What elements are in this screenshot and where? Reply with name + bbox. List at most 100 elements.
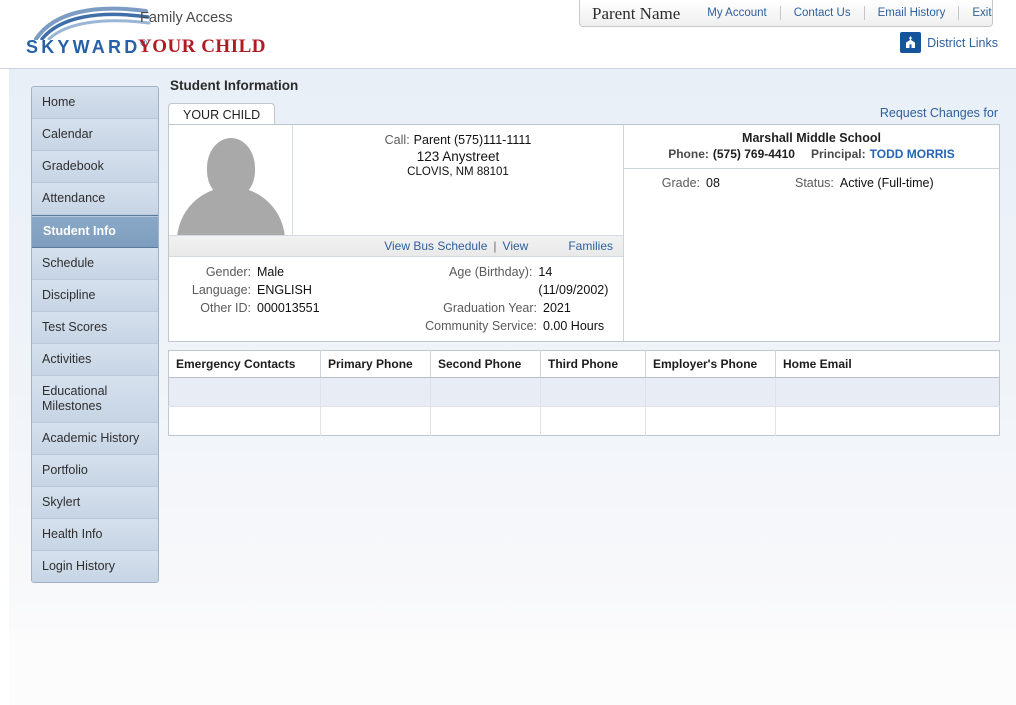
sidebar-item-attendance[interactable]: Attendance bbox=[32, 183, 158, 215]
age-value: 14 (11/09/2002) bbox=[538, 265, 609, 297]
principal-name-link[interactable]: TODD MORRIS bbox=[870, 147, 955, 161]
nav-link-email-history[interactable]: Email History bbox=[865, 6, 960, 20]
community-service-label: Community Service: bbox=[425, 319, 537, 333]
cell-primary-phone bbox=[320, 406, 431, 436]
demographic-row-language: Language: ENGLISH bbox=[169, 281, 393, 299]
view-bus-schedule-link[interactable]: View Bus Schedule bbox=[384, 239, 487, 253]
grade-status-row: Grade: 08 Status: Active (Full-time) bbox=[624, 169, 999, 190]
demographic-row-community-service: Community Service: 0.00 Hours bbox=[393, 317, 623, 335]
cell-third-phone bbox=[540, 377, 646, 407]
sidebar-item-educational-milestones[interactable]: Educational Milestones bbox=[32, 376, 158, 423]
community-service-value: 0.00 Hours bbox=[543, 319, 605, 333]
silhouette-body-icon bbox=[177, 187, 285, 235]
demographic-row-graduation-year: Graduation Year: 2021 bbox=[393, 299, 623, 317]
sidebar-item-skylert[interactable]: Skylert bbox=[32, 487, 158, 519]
nav-link-my-account[interactable]: My Account bbox=[694, 6, 781, 20]
cell-home-email bbox=[775, 377, 1000, 407]
top-nav-links: My Account Contact Us Email History Exit bbox=[694, 6, 1004, 20]
tab-bar: YOUR CHILD bbox=[168, 103, 1000, 125]
gender-label: Gender: bbox=[205, 265, 251, 279]
demographic-row-other-id: Other ID: 000013551 bbox=[169, 299, 393, 317]
cell-emergency-contacts bbox=[168, 406, 321, 436]
content-background-lower bbox=[9, 639, 1016, 705]
logo-text: SKYWARD bbox=[26, 37, 141, 57]
call-value: Parent (575)111-1111 bbox=[413, 133, 532, 147]
sidebar-item-portfolio[interactable]: Portfolio bbox=[32, 455, 158, 487]
call-label: Call: bbox=[384, 133, 410, 147]
view-link[interactable]: View bbox=[503, 239, 529, 253]
page-root: SKYWARD® Family Access YOUR CHILD Parent… bbox=[0, 0, 1016, 705]
graduation-year-value: 2021 bbox=[543, 301, 571, 315]
grade-value: 08 bbox=[706, 176, 720, 190]
cell-emergency-contacts bbox=[168, 377, 321, 407]
address-street: 123 Anystreet bbox=[416, 149, 500, 164]
nav-link-contact-us[interactable]: Contact Us bbox=[781, 6, 865, 20]
cell-employers-phone bbox=[645, 406, 776, 436]
grade-label: Grade: bbox=[661, 176, 700, 190]
nav-link-exit[interactable]: Exit bbox=[959, 6, 1004, 20]
app-header: SKYWARD® Family Access YOUR CHILD Parent… bbox=[0, 0, 1016, 69]
product-name: Family Access bbox=[140, 10, 233, 26]
column-header-home-email[interactable]: Home Email bbox=[775, 350, 1000, 378]
address-city-state-zip: CLOVIS, NM 88101 bbox=[407, 166, 509, 178]
tab-your-child[interactable]: YOUR CHILD bbox=[168, 103, 276, 125]
families-link[interactable]: Families bbox=[568, 239, 613, 253]
top-navigation-bar: Parent Name My Account Contact Us Email … bbox=[579, 0, 993, 27]
sidebar-item-discipline[interactable]: Discipline bbox=[32, 280, 158, 312]
skyward-logo[interactable]: SKYWARD® bbox=[26, 4, 151, 60]
status-value: Active (Full-time) bbox=[839, 176, 934, 190]
column-header-third-phone[interactable]: Third Phone bbox=[540, 350, 646, 378]
school-header: Marshall Middle School Phone: (575) 769-4… bbox=[624, 125, 999, 169]
links-separator: | bbox=[493, 239, 497, 253]
sidebar-item-home[interactable]: Home bbox=[32, 87, 158, 119]
other-id-label: Other ID: bbox=[200, 301, 251, 315]
sidebar-item-gradebook[interactable]: Gradebook bbox=[32, 151, 158, 183]
status-label: Status: bbox=[794, 176, 834, 190]
table-row[interactable] bbox=[168, 406, 1000, 436]
student-info-panel: Call: Parent (575)111-1111 123 Anystreet … bbox=[168, 124, 1000, 342]
cell-home-email bbox=[775, 406, 1000, 436]
table-row[interactable] bbox=[168, 377, 1000, 407]
district-links-button[interactable]: District Links bbox=[900, 32, 998, 53]
principal-label: Principal: bbox=[810, 147, 866, 161]
school-name: Marshall Middle School bbox=[742, 131, 881, 145]
school-building-icon bbox=[900, 32, 922, 53]
district-links-label: District Links bbox=[927, 35, 998, 50]
column-header-second-phone[interactable]: Second Phone bbox=[430, 350, 541, 378]
column-header-emergency-contacts[interactable]: Emergency Contacts bbox=[168, 350, 321, 378]
student-photo-placeholder bbox=[169, 125, 293, 235]
student-links-bar: View Bus Schedule | View Families bbox=[169, 235, 623, 257]
sidebar-item-activities[interactable]: Activities bbox=[32, 344, 158, 376]
emergency-contacts-table: Emergency Contacts Primary Phone Second … bbox=[168, 350, 1000, 436]
sidebar-item-student-info[interactable]: Student Info bbox=[32, 215, 158, 248]
age-label: Age (Birthday): bbox=[449, 265, 533, 279]
column-header-employers-phone[interactable]: Employer's Phone bbox=[645, 350, 776, 378]
column-header-primary-phone[interactable]: Primary Phone bbox=[320, 350, 431, 378]
demographic-row-gender: Gender: Male bbox=[169, 263, 393, 281]
table-header-row: Emergency Contacts Primary Phone Second … bbox=[168, 350, 1000, 378]
sidebar-item-academic-history[interactable]: Academic History bbox=[32, 423, 158, 455]
sidebar-nav: Home Calendar Gradebook Attendance Stude… bbox=[31, 86, 159, 583]
sidebar-item-schedule[interactable]: Schedule bbox=[32, 248, 158, 280]
skyward-swoosh-icon bbox=[32, 6, 152, 40]
sidebar-item-health-info[interactable]: Health Info bbox=[32, 519, 158, 551]
school-phone-label: Phone: bbox=[668, 147, 709, 161]
parent-name-label: Parent Name bbox=[592, 3, 681, 23]
student-demographics: Gender: Male Language: ENGLISH Other ID:… bbox=[169, 257, 623, 341]
sidebar-item-test-scores[interactable]: Test Scores bbox=[32, 312, 158, 344]
cell-third-phone bbox=[540, 406, 646, 436]
gender-value: Male bbox=[257, 265, 285, 279]
sidebar-item-calendar[interactable]: Calendar bbox=[32, 119, 158, 151]
student-address-block: Call: Parent (575)111-1111 123 Anystreet … bbox=[293, 125, 623, 235]
cell-second-phone bbox=[430, 377, 541, 407]
other-id-value: 000013551 bbox=[257, 301, 320, 315]
language-label: Language: bbox=[191, 283, 251, 297]
demographic-row-age: Age (Birthday): 14 (11/09/2002) bbox=[393, 263, 623, 299]
cell-second-phone bbox=[430, 406, 541, 436]
language-value: ENGLISH bbox=[257, 283, 312, 297]
cell-primary-phone bbox=[320, 377, 431, 407]
demographics-left-column: Gender: Male Language: ENGLISH Other ID:… bbox=[169, 263, 393, 335]
school-info-column: Marshall Middle School Phone: (575) 769-4… bbox=[624, 125, 999, 341]
skyward-wordmark: SKYWARD® bbox=[26, 37, 147, 58]
sidebar-item-login-history[interactable]: Login History bbox=[32, 551, 158, 582]
